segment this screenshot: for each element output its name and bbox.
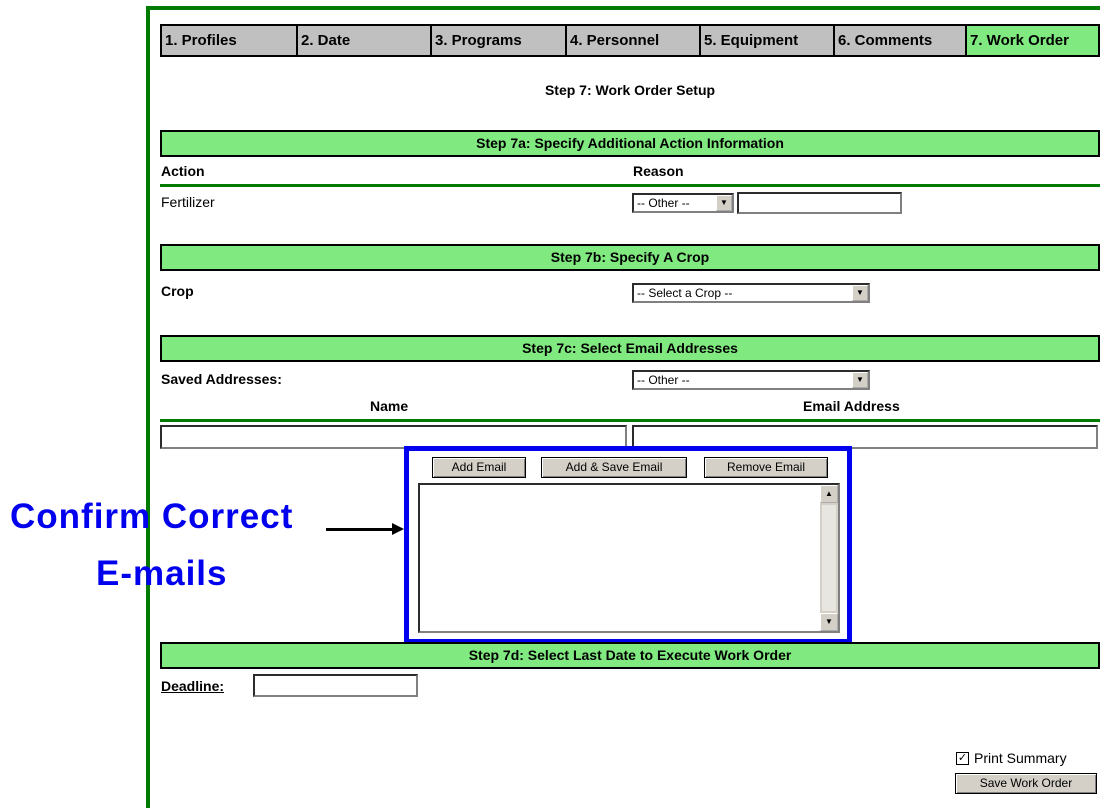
- crop-select-value: -- Select a Crop --: [637, 286, 733, 300]
- step7b-heading: Step 7b: Specify A Crop: [160, 244, 1100, 271]
- saved-addresses-value: -- Other --: [637, 373, 690, 387]
- saved-addresses-label: Saved Addresses:: [161, 371, 282, 387]
- callout-line-1: Confirm Correct: [10, 497, 294, 536]
- tab-equipment[interactable]: 5. Equipment: [701, 26, 833, 55]
- page-title: Step 7: Work Order Setup: [544, 82, 716, 98]
- tab-date[interactable]: 2. Date: [298, 26, 430, 55]
- divider: [160, 419, 1100, 422]
- step-tabs: 1. Profiles 2. Date 3. Programs 4. Perso…: [160, 24, 1100, 57]
- step7c-heading: Step 7c: Select Email Addresses: [160, 335, 1100, 362]
- chevron-down-icon: ▼: [852, 285, 868, 301]
- reason-other-input[interactable]: [737, 192, 902, 214]
- callout-arrow-line: [326, 528, 398, 531]
- tab-comments[interactable]: 6. Comments: [835, 26, 965, 55]
- action-value: Fertilizer: [161, 194, 215, 210]
- arrow-right-icon: [392, 523, 404, 535]
- reason-select-value: -- Other --: [637, 196, 690, 210]
- reason-select[interactable]: -- Other -- ▼: [632, 193, 734, 213]
- deadline-input[interactable]: [253, 674, 418, 697]
- chevron-down-icon: ▼: [716, 195, 732, 211]
- print-summary-checkbox[interactable]: ✓: [956, 752, 969, 765]
- email-highlight-box: [404, 446, 852, 644]
- email-column-header: Email Address: [803, 398, 900, 414]
- tab-profiles[interactable]: 1. Profiles: [162, 26, 296, 55]
- chevron-down-icon: ▼: [852, 372, 868, 388]
- action-column-header: Action: [161, 163, 205, 179]
- divider: [160, 184, 1100, 187]
- print-summary-label: Print Summary: [974, 750, 1067, 766]
- deadline-label: Deadline:: [161, 678, 225, 694]
- step7d-heading: Step 7d: Select Last Date to Execute Wor…: [160, 642, 1100, 669]
- callout-line-2: E-mails: [96, 554, 228, 593]
- tab-work-order[interactable]: 7. Work Order: [967, 26, 1098, 55]
- saved-addresses-select[interactable]: -- Other -- ▼: [632, 370, 870, 390]
- tab-programs[interactable]: 3. Programs: [432, 26, 565, 55]
- save-work-order-button[interactable]: Save Work Order: [955, 773, 1097, 794]
- reason-column-header: Reason: [633, 163, 684, 179]
- crop-label: Crop: [161, 283, 194, 299]
- name-column-header: Name: [370, 398, 409, 414]
- tab-personnel[interactable]: 4. Personnel: [567, 26, 699, 55]
- step7a-heading: Step 7a: Specify Additional Action Infor…: [160, 130, 1100, 157]
- crop-select[interactable]: -- Select a Crop -- ▼: [632, 283, 870, 303]
